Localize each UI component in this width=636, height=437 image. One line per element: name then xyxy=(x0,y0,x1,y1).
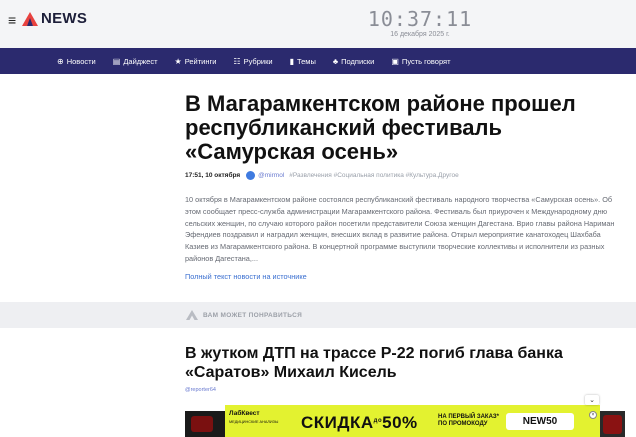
ad-image-right xyxy=(600,411,625,437)
nav-item-label: Рубрики xyxy=(243,56,273,66)
recommendations-header: ВАМ МОЖЕТ ПОНРАВИТЬСЯ xyxy=(0,302,636,328)
ad-headline-a: СКИДКА xyxy=(301,413,374,432)
ad-brand: ЛабКвест МЕДИЦИНСКИЕ АНАЛИЗЫ xyxy=(229,410,278,426)
article-date: 17:51, 10 октября xyxy=(185,172,241,179)
chat-icon: ▣ xyxy=(391,56,399,66)
newspaper-icon: ▤ xyxy=(112,56,121,66)
ad-banner[interactable]: ЛабКвест МЕДИЦИНСКИЕ АНАЛИЗЫ СКИДКАдо50%… xyxy=(225,405,600,437)
ad-side-text: НА ПЕРВЫЙ ЗАКАЗ* ПО ПРОМОКОДУ xyxy=(438,414,499,428)
avatar[interactable] xyxy=(246,171,256,180)
ad-headline-b: 50% xyxy=(382,413,418,432)
ad-headline-small: до xyxy=(373,418,383,424)
close-icon[interactable]: × xyxy=(589,411,597,419)
recommended-title[interactable]: В жутком ДТП на трассе Р-22 погиб глава … xyxy=(185,344,625,382)
nav-item-label: Дайджест xyxy=(123,56,158,66)
source-link[interactable]: Полный текст новости на источнике xyxy=(185,272,307,281)
ad-brand-name: ЛабКвест xyxy=(229,410,260,417)
clock-date: 16 декабря 2025 г. xyxy=(390,31,450,38)
users-icon: ♣ xyxy=(332,56,339,66)
bookmark-icon: ▮ xyxy=(289,56,294,66)
article-author[interactable]: @mirmol xyxy=(258,172,284,179)
nav-item-label: Пусть говорят xyxy=(401,56,451,66)
clock: 10:37:11 16 декабря 2025 г. xyxy=(320,8,520,38)
nav-item-label: Рейтинги xyxy=(184,56,217,66)
article-lead: 10 октября в Магарамкентском районе сост… xyxy=(185,195,615,263)
article-title: В Магарамкентском районе прошел республи… xyxy=(185,91,576,164)
ad-promo-code[interactable]: NEW50 xyxy=(506,413,574,430)
logo-triangle-icon xyxy=(186,310,198,320)
top-bar: ≡ NEWS 10:37:11 16 декабря 2025 г. xyxy=(0,0,636,48)
hamburger-icon[interactable]: ≡ xyxy=(8,13,16,27)
logo[interactable]: NEWS xyxy=(22,10,87,27)
nav-item-news[interactable]: ⊕ Новости xyxy=(57,57,96,66)
article-meta: 17:51, 10 октября @mirmol #Развлечения #… xyxy=(185,171,459,180)
recommendations-title: ВАМ МОЖЕТ ПОНРАВИТЬСЯ xyxy=(203,312,303,319)
ad-image-left xyxy=(185,411,225,437)
recommended-author[interactable]: @reporter64 xyxy=(185,387,216,393)
nav-item-subscriptions[interactable]: ♣ Подписки xyxy=(333,57,375,66)
main-nav: ⊕ Новости ▤ Дайджест ★ Рейтинги ☷ Рубрик… xyxy=(0,48,636,74)
nav-item-topics[interactable]: ▮ Темы xyxy=(290,57,316,66)
star-icon: ★ xyxy=(174,56,182,66)
logo-text: NEWS xyxy=(41,10,88,27)
nav-item-rubrics[interactable]: ☷ Рубрики xyxy=(233,57,272,66)
ad-headline: СКИДКАдо50% xyxy=(301,412,418,432)
article: В Магарамкентском районе прошел республи… xyxy=(0,74,636,302)
chevron-down-icon[interactable]: ⌄ xyxy=(585,395,599,405)
article-tags[interactable]: #Развлечения #Социальная политика #Культ… xyxy=(289,172,458,179)
logo-triangle-icon xyxy=(22,11,38,26)
ad-side-text-2: ПО ПРОМОКОДУ xyxy=(438,421,488,427)
ad-brand-sub: МЕДИЦИНСКИЕ АНАЛИЗЫ xyxy=(229,420,279,424)
nav-item-let-them-talk[interactable]: ▣ Пусть говорят xyxy=(391,57,450,66)
nav-item-digest[interactable]: ▤ Дайджест xyxy=(113,57,158,66)
page: ≡ NEWS 10:37:11 16 декабря 2025 г. ⊕ Нов… xyxy=(0,0,636,437)
nav-item-label: Новости xyxy=(66,56,96,66)
nav-item-ratings[interactable]: ★ Рейтинги xyxy=(175,57,217,66)
nav-item-label: Подписки xyxy=(341,56,375,66)
ad-side-text-1: НА ПЕРВЫЙ ЗАКАЗ* xyxy=(438,414,500,420)
nav-item-label: Темы xyxy=(296,56,316,66)
globe-icon: ⊕ xyxy=(57,56,64,66)
clock-time: 10:37:11 xyxy=(367,7,473,31)
grid-icon: ☷ xyxy=(233,56,241,66)
